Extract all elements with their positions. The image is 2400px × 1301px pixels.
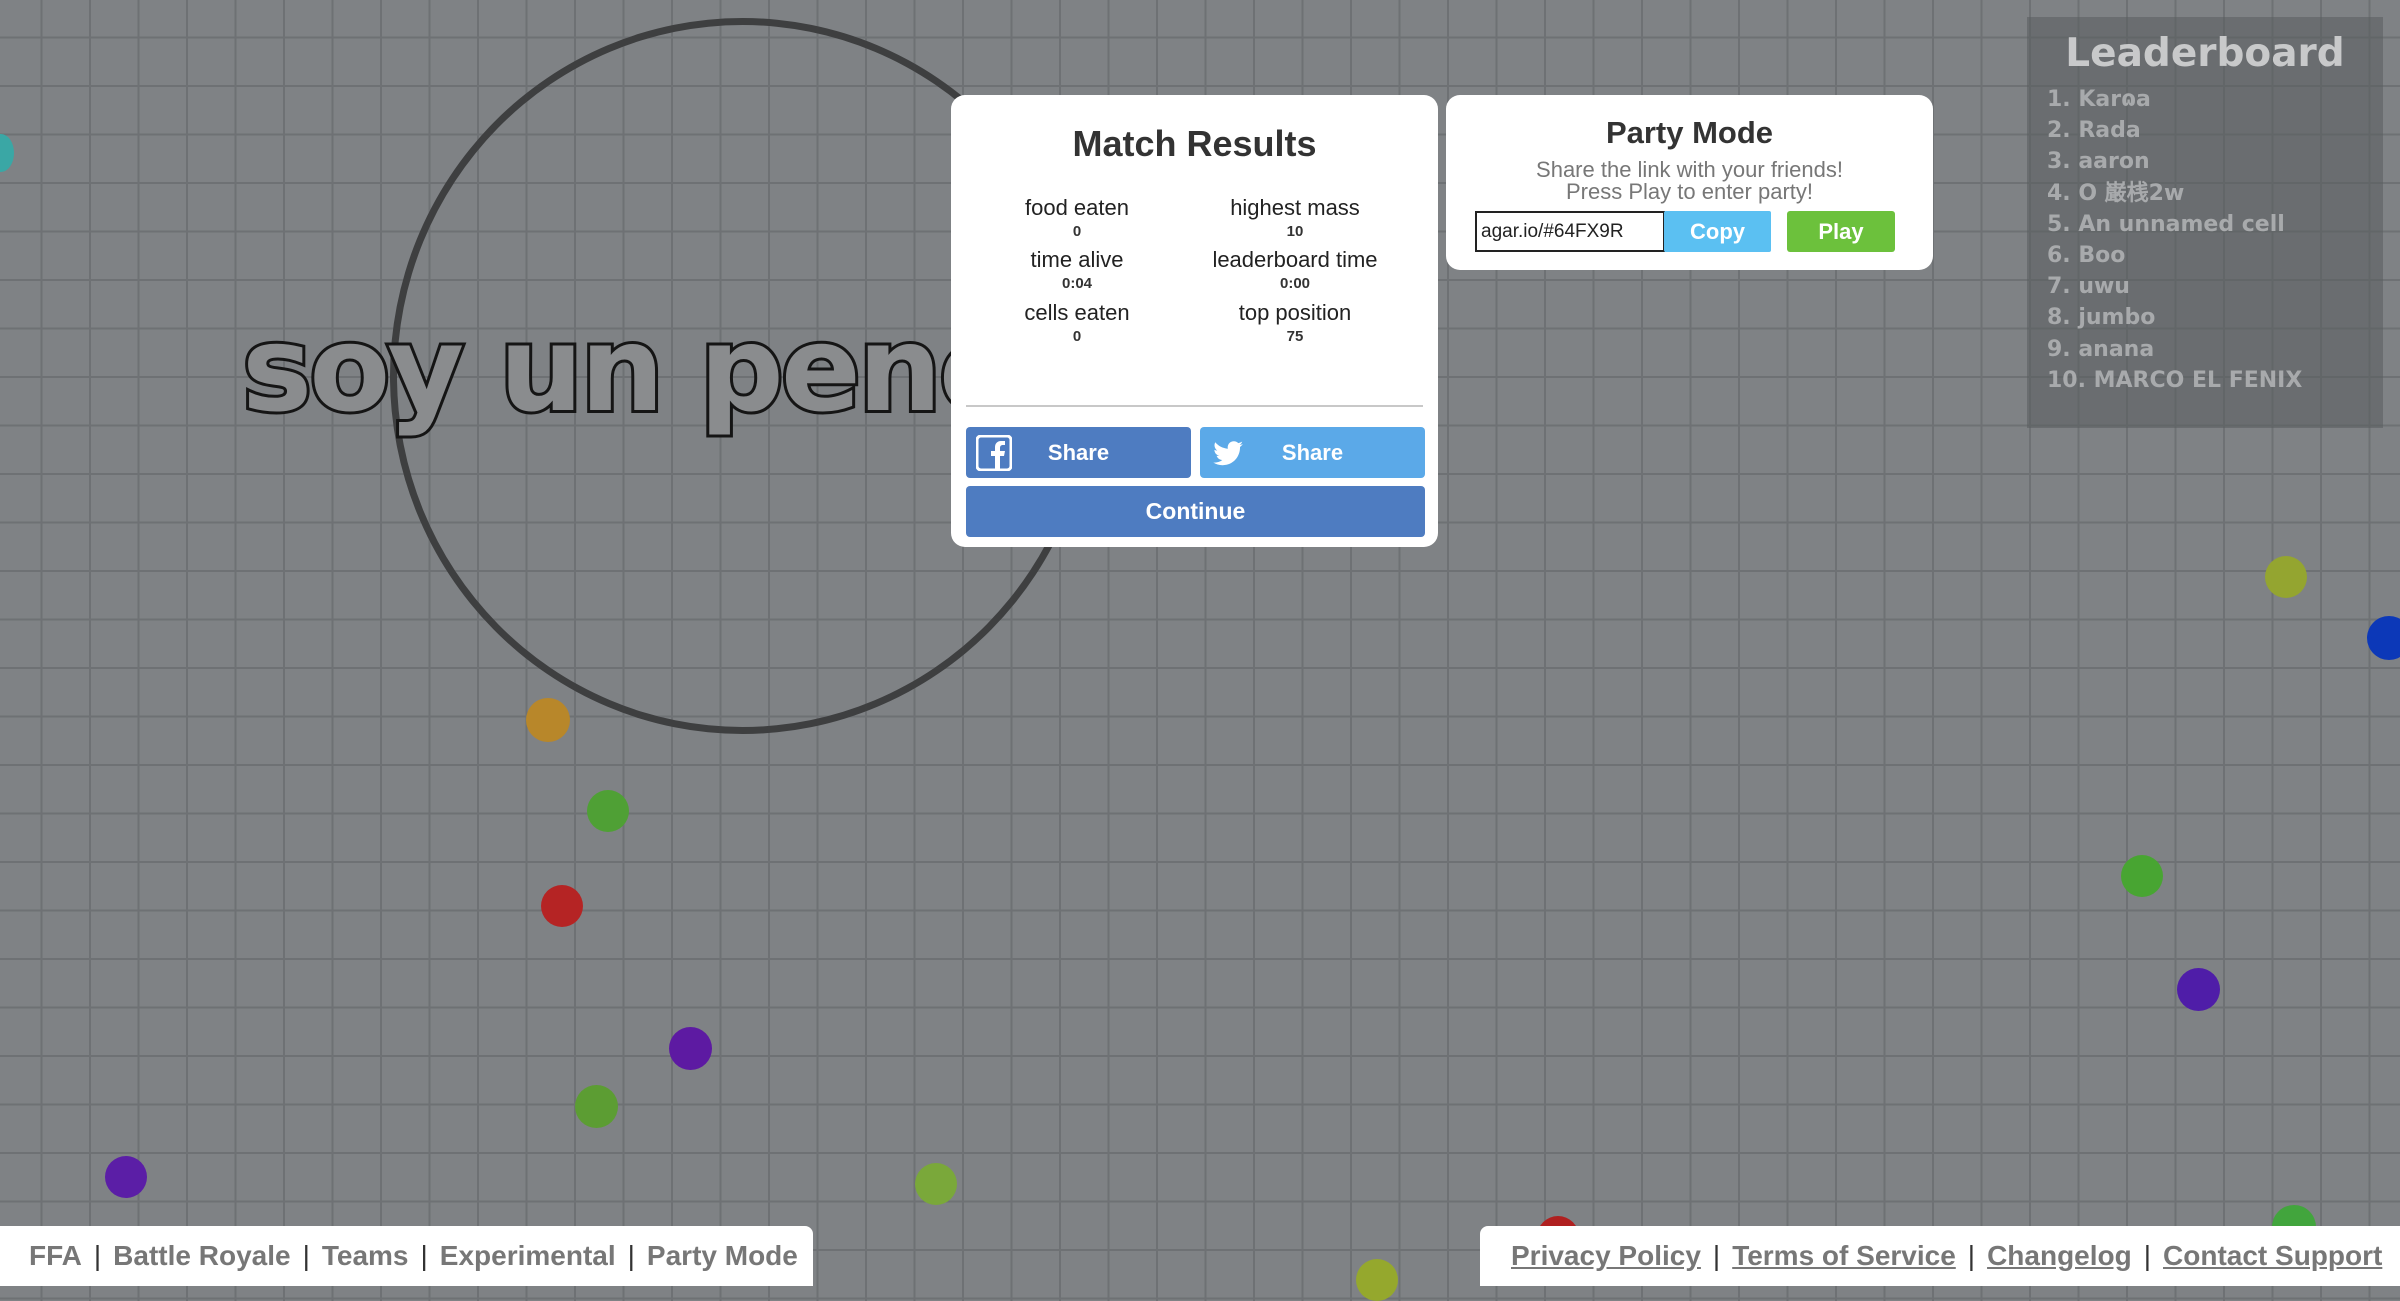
legal-links: Privacy Policy | Terms of Service | Chan… (1480, 1226, 2400, 1286)
separator: | (420, 1240, 428, 1271)
separator: | (1967, 1240, 1976, 1271)
food-pellet (915, 1163, 957, 1205)
leaderboard: Leaderboard 1. Karɷa 2. Rada 3. aaron 4.… (2027, 17, 2383, 428)
contact-support-link[interactable]: Contact Support (2163, 1240, 2382, 1272)
stat-value: 0 (1072, 328, 1082, 345)
stat-value: 10 (1286, 223, 1304, 240)
divider (966, 405, 1423, 407)
terms-of-service-link[interactable]: Terms of Service (1732, 1240, 1956, 1272)
leaderboard-entry: 1. Karɷa (2047, 87, 2151, 112)
party-mode-line1: Share the link with your friends! (1536, 157, 1843, 182)
stat-label: time alive (1030, 247, 1124, 272)
food-pellet (587, 790, 629, 832)
party-mode-instructions: Share the link with your friends! Press … (1446, 159, 1933, 203)
player-name: soy un pene (239, 297, 1022, 441)
food-pellet (669, 1027, 712, 1070)
food-pellet (541, 885, 583, 927)
food-pellet (2265, 556, 2307, 598)
stat-value: 0 (1072, 223, 1082, 240)
stat-cells-eaten: cells eaten 0 (957, 300, 1197, 348)
leaderboard-entry: 5. An unnamed cell (2047, 211, 2285, 237)
leaderboard-entry: 2. Rada (2047, 118, 2141, 144)
copy-button[interactable]: Copy (1664, 211, 1771, 252)
twitter-icon (1213, 441, 1243, 466)
play-button[interactable]: Play (1787, 211, 1895, 252)
party-mode-panel: Party Mode Share the link with your frie… (1446, 95, 1933, 270)
stat-label: leaderboard time (1212, 247, 1378, 272)
separator: | (1712, 1240, 1721, 1271)
food-pellet (526, 698, 570, 742)
party-mode-line2: Press Play to enter party! (1566, 179, 1813, 204)
privacy-policy-link[interactable]: Privacy Policy (1511, 1240, 1701, 1272)
food-pellet (575, 1085, 618, 1128)
leaderboard-title: Leaderboard (2065, 31, 2345, 76)
food-pellet (1356, 1259, 1398, 1301)
stat-value: 0:00 (1279, 275, 1311, 292)
food-pellet (2121, 855, 2163, 897)
match-results-panel: Match Results food eaten 0 highest mass … (951, 95, 1438, 547)
leaderboard-list: 1. Karɷa 2. Rada 3. aaron 4. O 巌桟2w 5. A… (2047, 84, 2383, 396)
nav-link-battle-royale[interactable]: Battle Royale (113, 1240, 290, 1272)
stat-highest-mass: highest mass 10 (1175, 195, 1415, 243)
nav-link-experimental[interactable]: Experimental (440, 1240, 616, 1272)
leaderboard-entry: 9. anana (2047, 336, 2155, 362)
stat-label: food eaten (1025, 195, 1129, 220)
leaderboard-entry: 8. jumbo (2047, 305, 2156, 331)
match-results-title: Match Results (1072, 123, 1317, 164)
nav-link-party-mode[interactable]: Party Mode (647, 1240, 798, 1272)
continue-button[interactable]: Continue (966, 486, 1425, 537)
stat-label: top position (1238, 300, 1352, 325)
leaderboard-entry: 10. MARCO EL FENIX (2047, 367, 2303, 393)
separator: | (2143, 1240, 2152, 1271)
changelog-link[interactable]: Changelog (1987, 1240, 2132, 1272)
facebook-share-button[interactable]: Share (966, 427, 1191, 478)
food-pellet (0, 134, 14, 172)
food-pellet (2177, 968, 2220, 1011)
leaderboard-entry: 4. O 巌桟2w (2047, 180, 2185, 206)
facebook-share-label: Share (1047, 439, 1110, 465)
twitter-share-label: Share (1281, 439, 1344, 465)
stat-value: 0:04 (1061, 275, 1093, 292)
stat-label: highest mass (1230, 195, 1360, 220)
stat-time-alive: time alive 0:04 (957, 247, 1197, 295)
leaderboard-entry: 7. uwu (2047, 274, 2130, 300)
party-link-input[interactable] (1475, 211, 1665, 252)
food-pellet (2367, 616, 2400, 660)
food-pellet (105, 1156, 147, 1198)
stat-value: 75 (1286, 328, 1304, 345)
stat-leaderboard-time: leaderboard time 0:00 (1175, 247, 1415, 295)
stat-food-eaten: food eaten 0 (957, 195, 1197, 243)
stat-label: cells eaten (1024, 300, 1130, 325)
twitter-share-button[interactable]: Share (1200, 427, 1425, 478)
leaderboard-entry: 6. Boo (2047, 242, 2126, 268)
separator: | (627, 1240, 635, 1271)
nav-link-teams[interactable]: Teams (322, 1240, 409, 1272)
stat-top-position: top position 75 (1175, 300, 1415, 348)
game-mode-nav: FFA | Battle Royale | Teams | Experiment… (0, 1226, 813, 1286)
nav-link-ffa[interactable]: FFA (29, 1240, 82, 1272)
separator: | (93, 1240, 102, 1271)
party-mode-title: Party Mode (1605, 115, 1774, 150)
leaderboard-entry: 3. aaron (2047, 149, 2150, 175)
facebook-icon (976, 435, 1012, 471)
separator: | (302, 1240, 310, 1271)
